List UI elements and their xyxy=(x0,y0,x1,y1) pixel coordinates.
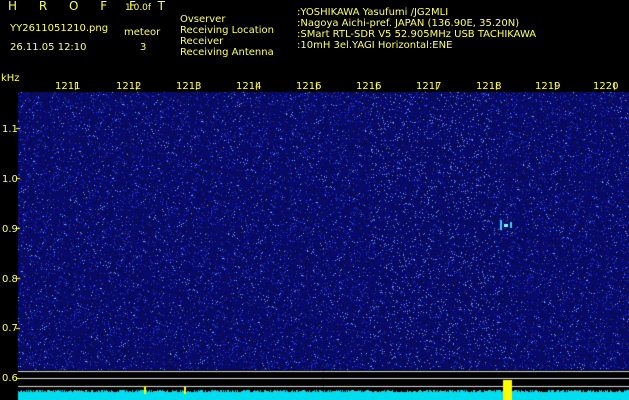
time-axis-label: 1213 xyxy=(176,81,202,92)
info-location: Receiving Location :Nagoya Aichi-pref. J… xyxy=(180,18,519,36)
time-axis-label: 1219 xyxy=(535,81,561,92)
datetime-label: 26.11.05 12:10 xyxy=(10,42,87,53)
version-label: 1.0.0f xyxy=(125,3,152,13)
time-axis-label: 1212 xyxy=(116,81,142,92)
freq-axis-label: 0.9 xyxy=(2,224,18,235)
info-receiver: Receiver :SMart RTL-SDR V5 52.905MHz USB… xyxy=(180,29,536,47)
time-axis-label: 1216 xyxy=(296,81,322,92)
filename-label: YY2611051210.png xyxy=(10,23,109,34)
info-value: :SMart RTL-SDR V5 52.905MHz USB TACHIKAW… xyxy=(297,29,537,40)
freq-axis-label: 0.6 xyxy=(2,373,18,384)
time-axis-label: 1218 xyxy=(476,81,502,92)
time-axis-label: 1211 xyxy=(55,81,81,92)
freq-axis-label: 0.8 xyxy=(2,274,18,285)
freq-axis-label: 1.0 xyxy=(2,174,18,185)
spectrogram-canvas xyxy=(0,80,629,400)
freq-axis-label: 1.1 xyxy=(2,124,18,135)
info-value: :YOSHIKAWA Yasufumi /JG2MLI xyxy=(297,7,449,18)
info-observer: Ovserver :YOSHIKAWA Yasufumi /JG2MLI xyxy=(180,7,448,25)
time-axis-label: 1214 xyxy=(236,81,262,92)
time-axis-label: 1217 xyxy=(416,81,442,92)
meteor-count: 3 xyxy=(140,42,147,53)
info-value: :10mH 3el.YAGI Horizontal:ENE xyxy=(297,40,453,51)
info-value: :Nagoya Aichi-pref. JAPAN (136.90E, 35.2… xyxy=(297,18,520,29)
info-label: Receiving Antenna xyxy=(180,47,274,58)
time-axis-label: 1220 xyxy=(593,81,619,92)
info-antenna: Receiving Antenna :10mH 3el.YAGI Horizon… xyxy=(180,40,452,58)
freq-axis-label: 0.7 xyxy=(2,323,18,334)
unit-label: kHz xyxy=(1,73,20,84)
mode-label: meteor xyxy=(124,27,161,38)
time-axis-label: 1216 xyxy=(356,81,382,92)
